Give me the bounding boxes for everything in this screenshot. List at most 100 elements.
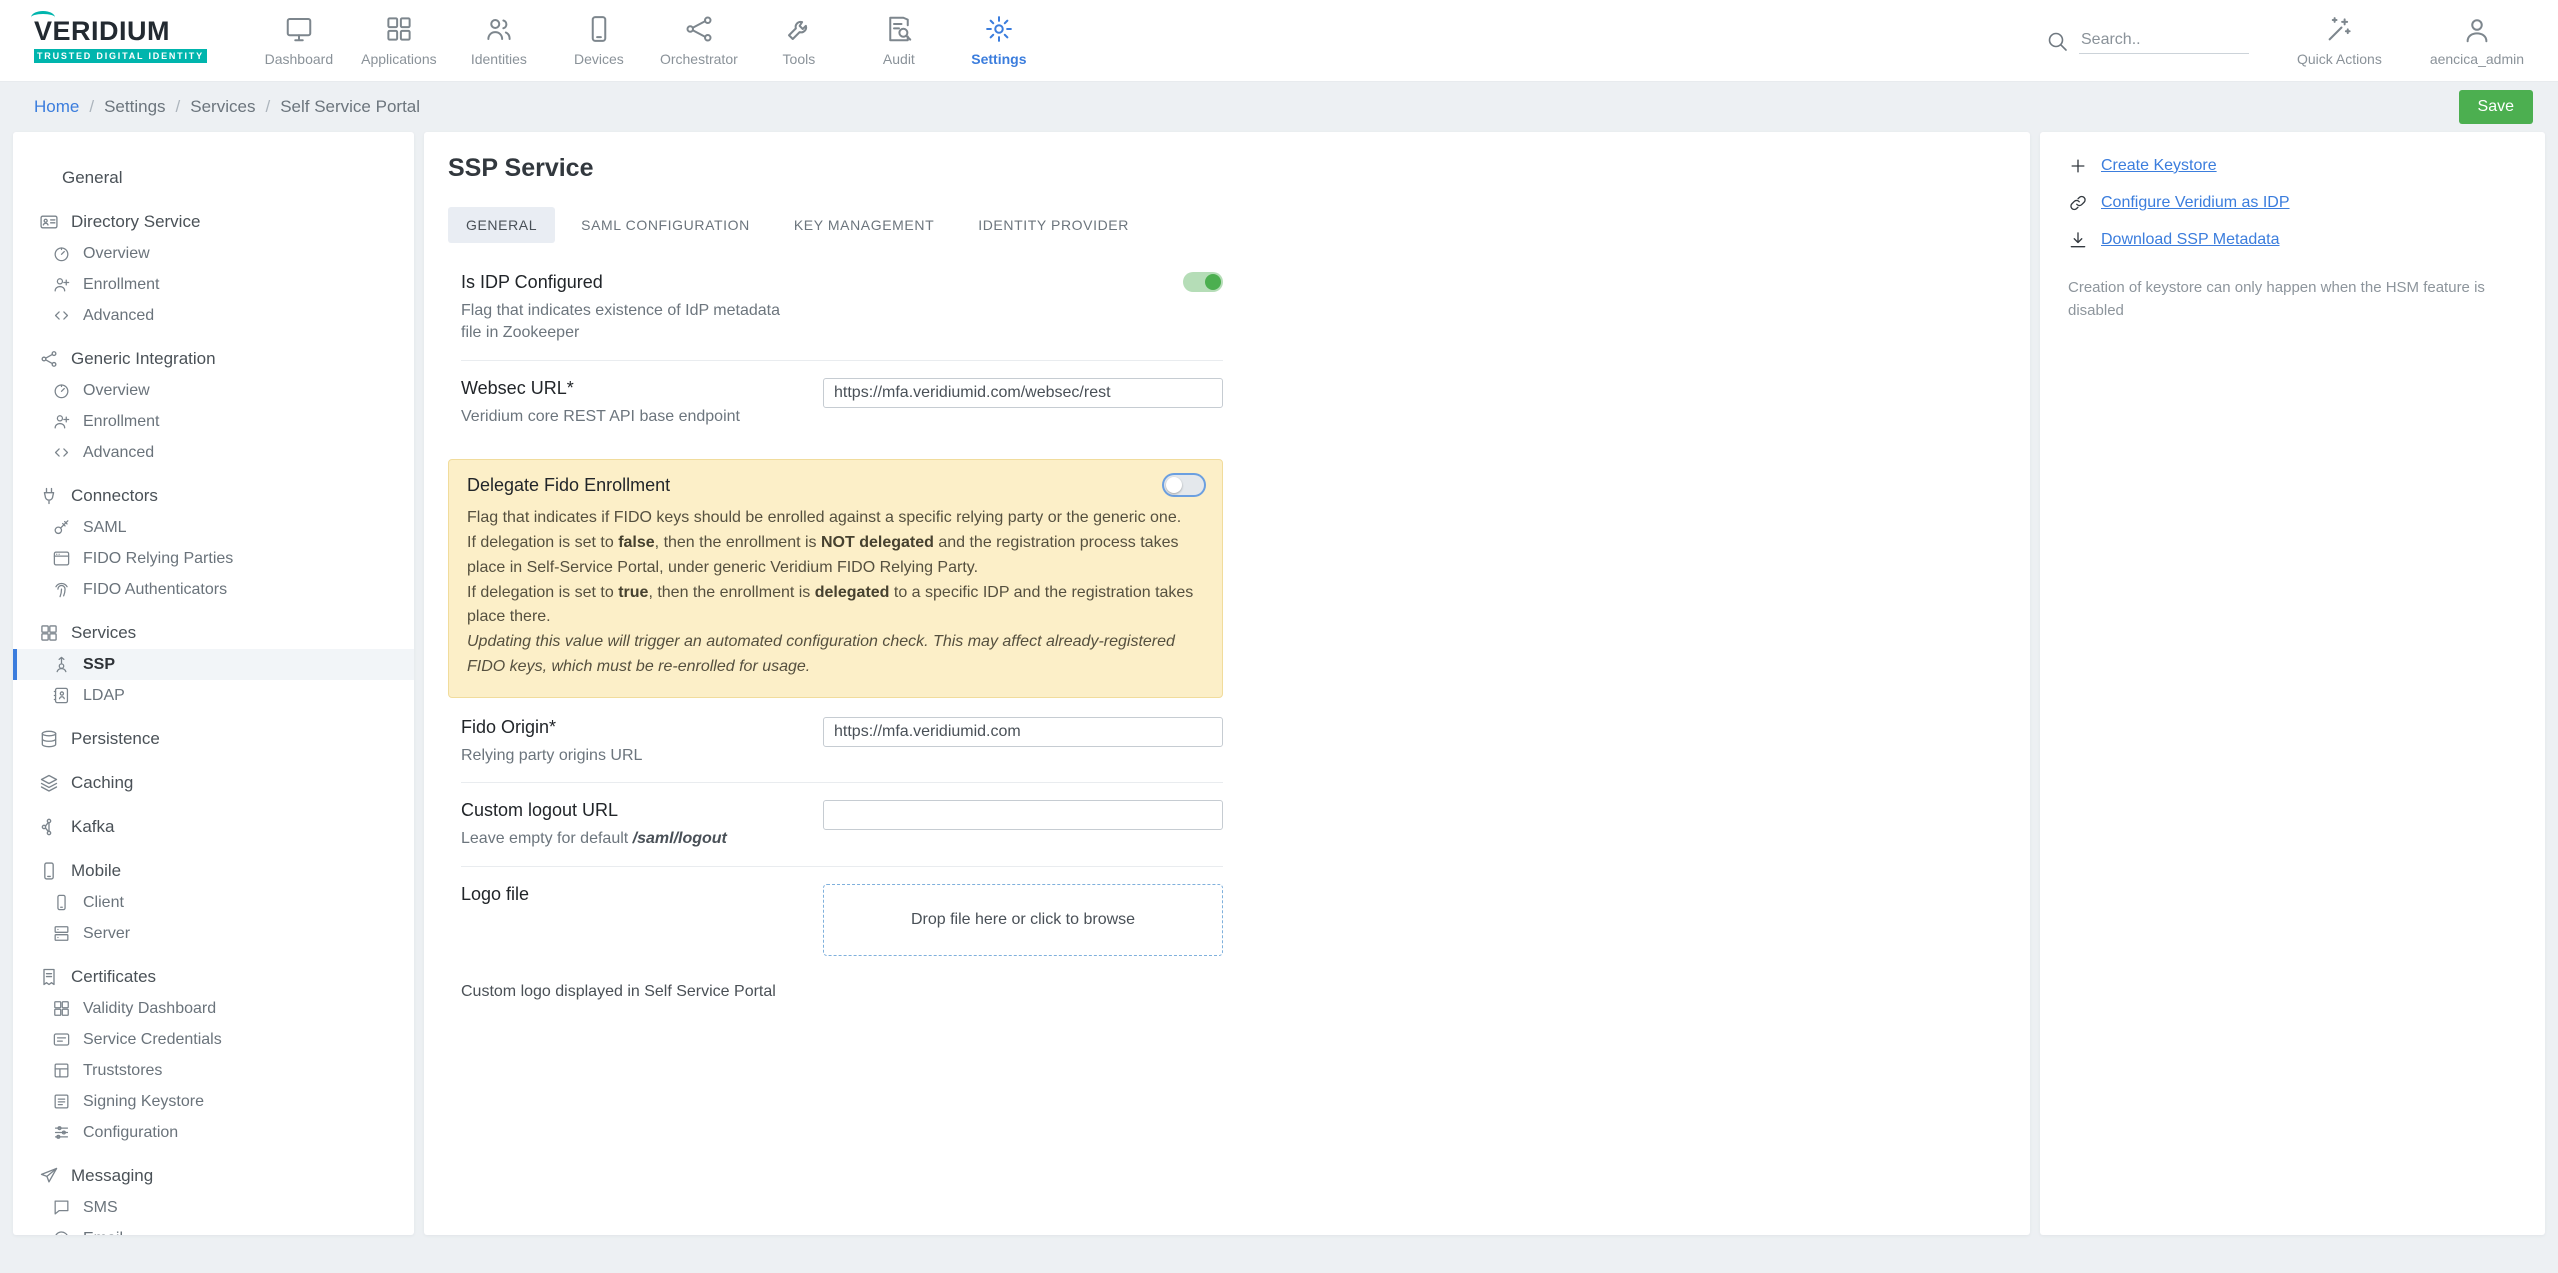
sidebar-item-mobile[interactable]: Mobile (13, 855, 414, 887)
sidebar-item-persistence[interactable]: Persistence (13, 723, 414, 755)
topnav-right: Quick Actions aencica_admin (2045, 15, 2524, 67)
sidebar-item-server[interactable]: Server (13, 918, 414, 949)
sidebar-item-messaging[interactable]: Messaging (13, 1160, 414, 1192)
nav-item-applications[interactable]: Applications (349, 14, 449, 67)
sidebar-item-label: Server (83, 925, 130, 943)
websec-url-input[interactable] (823, 378, 1223, 408)
sidebar-item-saml[interactable]: SAML (13, 512, 414, 543)
sidebar-item-overview[interactable]: Overview (13, 375, 414, 406)
sidebar-item-generic-integration[interactable]: Generic Integration (13, 343, 414, 375)
sidebar-item-certificates[interactable]: Certificates (13, 961, 414, 993)
sidebar-item-kafka[interactable]: Kafka (13, 811, 414, 843)
action-label: Download SSP Metadata (2101, 231, 2279, 249)
nav-item-audit[interactable]: Audit (849, 14, 949, 67)
sidebar-item-ldap[interactable]: LDAP (13, 680, 414, 711)
is-idp-configured-toggle[interactable] (1183, 272, 1223, 292)
sidebar-item-signing-keystore[interactable]: Signing Keystore (13, 1086, 414, 1117)
sidebar-item-validity-dashboard[interactable]: Validity Dashboard (13, 993, 414, 1024)
field-fido-origin: Fido Origin* Relying party origins URL (461, 700, 1223, 783)
sidebar-item-label: Enrollment (83, 413, 159, 431)
sidebar-item-services[interactable]: Services (13, 617, 414, 649)
sidebar-item-truststores[interactable]: Truststores (13, 1055, 414, 1086)
breadcrumb-separator: / (89, 97, 94, 117)
nav-item-devices[interactable]: Devices (549, 14, 649, 67)
nav-item-label: Applications (361, 51, 437, 67)
email-icon (52, 1229, 71, 1235)
user-menu[interactable]: aencica_admin (2430, 15, 2524, 67)
tab-general[interactable]: GENERAL (448, 207, 555, 243)
nav-item-label: Settings (971, 51, 1026, 67)
sidebar-item-advanced[interactable]: Advanced (13, 437, 414, 468)
sidebar-item-enrollment[interactable]: Enrollment (13, 406, 414, 437)
fido-origin-input[interactable] (823, 717, 1223, 747)
sidebar-item-configuration[interactable]: Configuration (13, 1117, 414, 1148)
orchestrator-icon (684, 14, 714, 44)
client-icon (52, 893, 71, 912)
nav-item-label: Devices (574, 51, 624, 67)
nav-item-label: Dashboard (265, 51, 334, 67)
nav-item-settings[interactable]: Settings (949, 14, 1049, 67)
certificates-icon (39, 967, 59, 987)
service-credentials-icon (52, 1030, 71, 1049)
sidebar-item-client[interactable]: Client (13, 887, 414, 918)
download-ssp-metadata-link[interactable]: Download SSP Metadata (2068, 230, 2517, 250)
is-idp-configured-desc: Flag that indicates existence of IdP met… (461, 300, 790, 345)
nav-item-tools[interactable]: Tools (749, 14, 849, 67)
server-icon (52, 924, 71, 943)
sidebar-item-connectors[interactable]: Connectors (13, 480, 414, 512)
toggle-knob (1205, 274, 1221, 290)
sidebar-item-label: FIDO Authenticators (83, 581, 227, 599)
sidebar-item-fido-relying-parties[interactable]: FIDO Relying Parties (13, 543, 414, 574)
nav-item-identities[interactable]: Identities (449, 14, 549, 67)
quick-actions-label: Quick Actions (2297, 51, 2382, 67)
quick-actions-button[interactable]: Quick Actions (2297, 15, 2382, 67)
sidebar-item-service-credentials[interactable]: Service Credentials (13, 1024, 414, 1055)
sidebar-item-general[interactable]: General (13, 162, 414, 194)
sidebar-item-advanced[interactable]: Advanced (13, 300, 414, 331)
delegate-fido-label: Delegate Fido Enrollment (467, 475, 670, 496)
logo-dropzone[interactable]: Drop file here or click to browse (823, 884, 1223, 956)
search-input[interactable] (2079, 27, 2249, 54)
tab-saml-configuration[interactable]: SAML CONFIGURATION (563, 207, 768, 243)
saml-icon (52, 518, 71, 537)
toggle-knob (1166, 477, 1182, 493)
sidebar-item-label: Persistence (71, 729, 160, 749)
nav-item-dashboard[interactable]: Dashboard (249, 14, 349, 67)
sidebar-item-enrollment[interactable]: Enrollment (13, 269, 414, 300)
nav-item-label: Tools (783, 51, 816, 67)
user-icon (2462, 15, 2492, 45)
persistence-icon (39, 729, 59, 749)
sidebar-item-sms[interactable]: SMS (13, 1192, 414, 1223)
sidebar-item-directory-service[interactable]: Directory Service (13, 206, 414, 238)
create-keystore-link[interactable]: Create Keystore (2068, 156, 2517, 176)
brand-tagline: TRUSTED DIGITAL IDENTITY (34, 49, 207, 63)
sidebar-item-label: Kafka (71, 817, 114, 837)
delegate-fido-toggle[interactable] (1164, 475, 1204, 495)
tab-key-management[interactable]: KEY MANAGEMENT (776, 207, 952, 243)
sidebar-item-label: Caching (71, 773, 133, 793)
tab-identity-provider[interactable]: IDENTITY PROVIDER (960, 207, 1147, 243)
overview-icon (52, 381, 71, 400)
global-search (2045, 27, 2249, 54)
sidebar-item-ssp[interactable]: SSP (13, 649, 414, 680)
nav-item-orchestrator[interactable]: Orchestrator (649, 14, 749, 67)
custom-logout-input[interactable] (823, 800, 1223, 830)
applications-icon (384, 14, 414, 44)
sidebar-item-caching[interactable]: Caching (13, 767, 414, 799)
breadcrumb-item-home[interactable]: Home (34, 97, 79, 117)
validity-dashboard-icon (52, 999, 71, 1018)
save-button[interactable]: Save (2459, 90, 2533, 124)
generic-integration-icon (39, 349, 59, 369)
top-navbar: VERIDIUM TRUSTED DIGITAL IDENTITY Dashbo… (0, 0, 2558, 82)
configure-veridium-as-idp-link[interactable]: Configure Veridium as IDP (2068, 193, 2517, 213)
ssp-general-form: Is IDP Configured Flag that indicates ex… (448, 255, 1223, 1001)
field-is-idp-configured: Is IDP Configured Flag that indicates ex… (461, 255, 1223, 361)
veridium-logo[interactable]: VERIDIUM TRUSTED DIGITAL IDENTITY (34, 18, 207, 63)
truststores-icon (52, 1061, 71, 1080)
sidebar-item-fido-authenticators[interactable]: FIDO Authenticators (13, 574, 414, 605)
link-icon (2068, 193, 2088, 213)
sidebar-item-overview[interactable]: Overview (13, 238, 414, 269)
sidebar-item-label: Service Credentials (83, 1031, 222, 1049)
sidebar-item-label: Validity Dashboard (83, 1000, 216, 1018)
sidebar-item-email[interactable]: Email (13, 1223, 414, 1235)
